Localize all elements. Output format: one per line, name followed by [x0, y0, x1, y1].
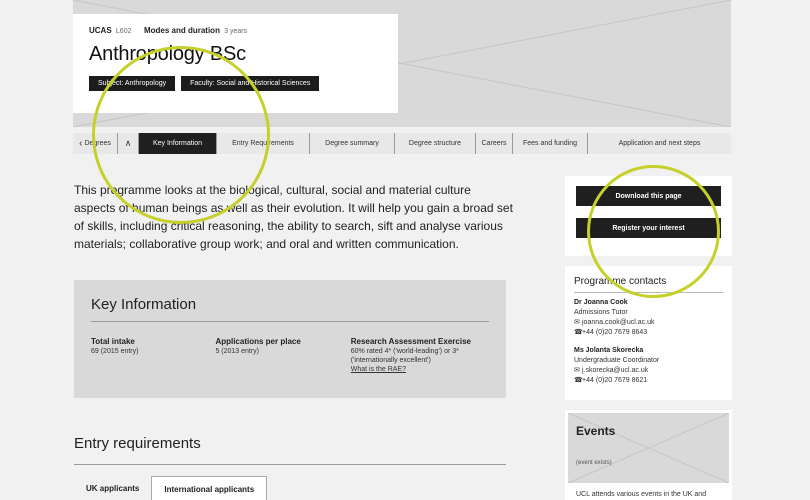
total-intake-column: Total intake 69 (2015 entry)	[91, 337, 215, 374]
rae-heading: Research Assessment Exercise	[350, 337, 471, 346]
programme-contacts-heading: Programme contacts	[574, 276, 723, 293]
contact-email[interactable]: joanna.cook@ucl.ac.uk	[582, 319, 654, 326]
tab-degree-structure[interactable]: Degree structure	[395, 133, 476, 154]
page: UCAS L602 Modes and duration 3 years Ant…	[0, 0, 810, 500]
programme-intro: This programme looks at the biological, …	[74, 183, 513, 251]
tab-international-applicants[interactable]: International applicants	[151, 476, 268, 500]
subject-badge[interactable]: Subject: Anthropology	[89, 76, 176, 91]
tab-application-next-steps[interactable]: Application and next steps	[588, 133, 731, 154]
chevron-up-icon: ∧	[124, 138, 132, 148]
degrees-label: Degrees	[84, 140, 111, 147]
degrees-back-link[interactable]: ‹ Degrees	[73, 133, 118, 154]
tab-uk-applicants[interactable]: UK applicants	[74, 476, 151, 500]
tab-entry-requirements[interactable]: Entry Requirements	[217, 133, 310, 154]
course-tab-nav: ‹ Degrees ∧ Key Information Entry Requir…	[73, 133, 731, 154]
contact-role: Admissions Tutor	[574, 309, 628, 316]
key-information-panel: Key Information Total intake 69 (2015 en…	[74, 280, 506, 398]
total-intake-heading: Total intake	[91, 337, 135, 346]
chevron-left-icon: ‹	[79, 138, 83, 149]
entry-requirements-heading: Entry requirements	[74, 435, 506, 465]
what-is-rae-link[interactable]: What is the RAE?	[351, 365, 489, 374]
total-intake-value: 69 (2015 entry)	[91, 348, 139, 355]
tab-careers[interactable]: Careers	[476, 133, 513, 154]
contact-name: Dr Joanna Cook	[574, 299, 628, 306]
rae-value-line-1: 60% rated 4* ('world-leading') or 3*	[350, 348, 459, 355]
tab-fees-and-funding[interactable]: Fees and funding	[513, 133, 588, 154]
contact-phone[interactable]: +44 (0)20 7679 8643	[582, 329, 647, 336]
rae-column: Research Assessment Exercise 60% rated 4…	[351, 337, 489, 374]
tab-degree-summary[interactable]: Degree summary	[310, 133, 395, 154]
scroll-up-button[interactable]: ∧	[118, 133, 139, 154]
course-header-card: UCAS L602 Modes and duration 3 years Ant…	[73, 14, 398, 113]
page-title: Anthropology BSc	[89, 43, 246, 65]
events-text: UCL attends various events in the UK and	[576, 491, 707, 498]
contact-role: Undergraduate Coordinator	[574, 357, 660, 364]
applications-value: 5 (2013 entry)	[215, 348, 260, 355]
sidebar-actions: Download this page Register your interes…	[565, 176, 732, 256]
ucas-label: UCAS	[89, 26, 112, 35]
email-icon: ✉	[574, 367, 580, 374]
course-meta: UCAS L602 Modes and duration 3 years	[89, 26, 382, 35]
phone-icon: ☎	[574, 377, 583, 384]
contact-name: Ms Jolanta Skorecka	[574, 347, 644, 354]
applications-column: Applications per place 5 (2013 entry)	[215, 337, 350, 374]
modes-label: Modes and duration	[143, 26, 220, 35]
course-badges: Subject: Anthropology Faculty: Social an…	[89, 76, 382, 91]
register-interest-button[interactable]: Register your interest	[576, 218, 721, 238]
entry-applicant-tabs: UK applicants International applicants	[74, 476, 268, 500]
programme-contacts-panel: Programme contacts Dr Joanna Cook Admiss…	[565, 266, 732, 400]
duration-value: 3 years	[224, 28, 248, 35]
download-page-button[interactable]: Download this page	[576, 186, 721, 206]
events-flag: (event exists)	[576, 460, 612, 466]
key-information-heading: Key Information	[91, 296, 489, 322]
faculty-badge[interactable]: Faculty: Social and Historical Sciences	[181, 76, 320, 91]
contact-phone[interactable]: +44 (0)20 7679 8621	[582, 377, 647, 384]
contact-email[interactable]: j.skorecka@ucl.ac.uk	[582, 367, 648, 374]
rae-value-line-2: ('internationally excellent')	[350, 357, 431, 364]
ucas-code: L602	[115, 28, 132, 35]
events-heading: Events	[576, 424, 616, 438]
contact-card: Ms Jolanta Skorecka Undergraduate Coordi…	[574, 346, 723, 386]
email-icon: ✉	[574, 319, 580, 326]
applications-heading: Applications per place	[215, 337, 301, 346]
phone-icon: ☎	[574, 329, 583, 336]
events-panel: Events (event exists) UCL attends variou…	[565, 410, 732, 500]
tab-key-information[interactable]: Key Information	[139, 133, 217, 154]
contact-card: Dr Joanna Cook Admissions Tutor ✉ joanna.…	[574, 298, 723, 338]
